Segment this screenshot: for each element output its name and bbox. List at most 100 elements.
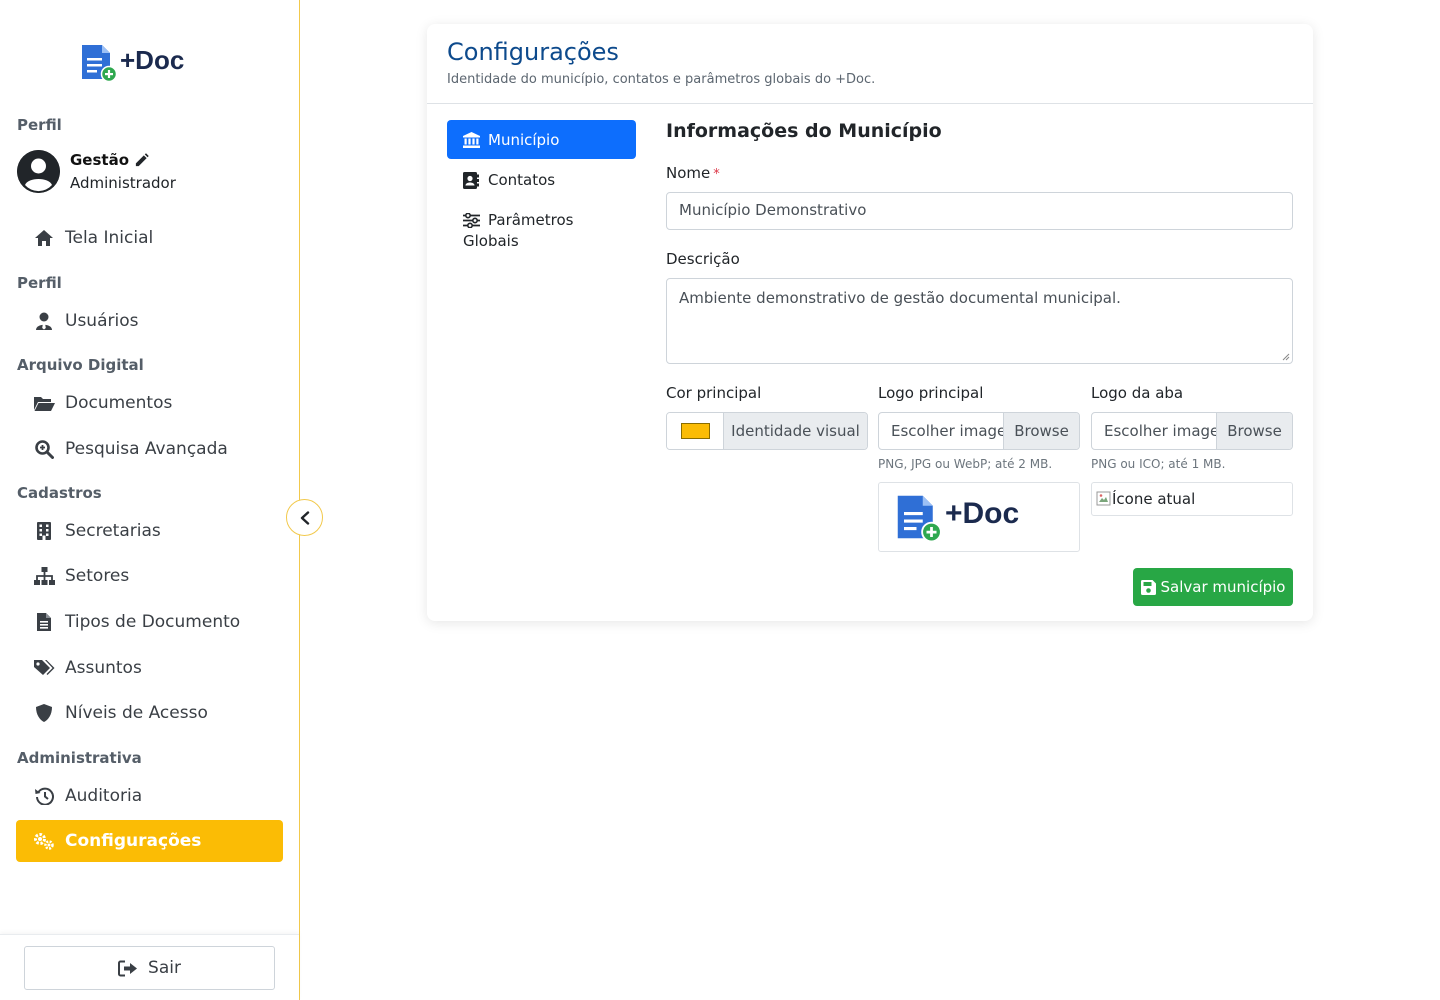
folder-open-icon <box>33 393 55 413</box>
sign-out-icon <box>118 960 138 976</box>
card-header: Configurações Identidade do município, c… <box>427 24 1313 104</box>
nav-assuntos-label: Assuntos <box>65 658 142 678</box>
doc-plus-logo-icon <box>897 495 942 542</box>
home-icon <box>33 228 55 248</box>
logout-area: Sair <box>0 934 299 1000</box>
nav-secretarias[interactable]: Secretarias <box>16 510 283 552</box>
nav-configuracoes[interactable]: Configurações <box>16 820 283 862</box>
resize-grip-icon[interactable] <box>1282 353 1290 361</box>
nav-home[interactable]: Tela Inicial <box>16 217 283 259</box>
logo-preview-text: +Doc <box>945 497 1020 530</box>
color-input-group: Identidade visual <box>666 412 868 450</box>
logout-label: Sair <box>148 958 181 978</box>
description-label: Descrição <box>666 250 740 268</box>
nav-home-label: Tela Inicial <box>65 228 154 248</box>
nav-tipos-documento-label: Tipos de Documento <box>65 612 241 632</box>
page-subtitle: Identidade do município, contatos e parâ… <box>447 72 876 87</box>
color-label: Cor principal <box>666 384 762 402</box>
favicon-label: Logo da aba <box>1091 384 1184 402</box>
logo-field: Logo principal Escolher imagem Browse PN… <box>878 384 1080 552</box>
nav-setores[interactable]: Setores <box>16 555 283 597</box>
avatar <box>17 150 60 193</box>
nav-secretarias-label: Secretarias <box>65 521 161 541</box>
user-tie-icon <box>33 311 55 331</box>
logo-label: Logo principal <box>878 384 984 402</box>
nav-users[interactable]: Usuários <box>16 300 283 342</box>
section-title-profile: Perfil <box>17 116 62 134</box>
description-textarea[interactable]: Ambiente demonstrativo de gestão documen… <box>666 278 1293 364</box>
nav-advanced-search-label: Pesquisa Avançada <box>65 439 228 459</box>
color-picker[interactable] <box>667 413 724 449</box>
section-title-cadastros: Cadastros <box>17 484 102 502</box>
shield-icon <box>33 703 55 723</box>
nav-niveis-acesso-label: Níveis de Acesso <box>65 703 208 723</box>
nav-auditoria-label: Auditoria <box>65 786 143 806</box>
nav-documents[interactable]: Documentos <box>16 382 283 424</box>
save-label: Salvar município <box>1160 578 1286 596</box>
landmark-icon <box>463 130 481 150</box>
description-text: Ambiente demonstrativo de gestão documen… <box>679 289 1121 307</box>
search-plus-icon <box>33 439 55 459</box>
nav-users-label: Usuários <box>65 311 139 331</box>
favicon-file-input[interactable]: Escolher imagem Browse <box>1091 412 1293 450</box>
nav-advanced-search[interactable]: Pesquisa Avançada <box>16 428 283 470</box>
building-icon <box>33 521 55 541</box>
chevron-left-icon <box>300 510 309 525</box>
color-addon-text: Identidade visual <box>724 413 867 449</box>
settings-card: Configurações Identidade do município, c… <box>427 24 1313 621</box>
section-title-administrativa: Administrativa <box>17 749 142 767</box>
nav-setores-label: Setores <box>65 566 130 586</box>
profile-block: Gestão Administrador <box>17 150 176 193</box>
name-label-text: Nome <box>666 164 711 182</box>
edit-pencil-icon[interactable] <box>134 152 149 168</box>
logout-button[interactable]: Sair <box>24 946 275 990</box>
profile-role: Administrador <box>70 174 176 192</box>
brand-logo[interactable]: +Doc <box>80 42 184 82</box>
nav-documents-label: Documentos <box>65 393 173 413</box>
name-input[interactable]: Município Demonstrativo <box>666 192 1293 230</box>
favicon-field: Logo da aba Escolher imagem Browse PNG o… <box>1091 384 1293 516</box>
save-icon <box>1140 579 1156 595</box>
favicon-hint: PNG ou ICO; até 1 MB. <box>1091 457 1226 471</box>
file-alt-icon <box>33 612 55 632</box>
logo-browse-button[interactable]: Browse <box>1003 413 1079 449</box>
municipio-form: Informações do Município Nome * Município… <box>666 120 1293 552</box>
favicon-file-placeholder: Escolher imagem <box>1104 422 1216 440</box>
sidebar: +Doc Perfil Gestão Administrador Tela In… <box>0 0 300 1000</box>
sitemap-icon <box>33 566 55 586</box>
color-field: Cor principal Identidade visual <box>666 384 868 450</box>
tab-contatos[interactable]: Contatos <box>447 160 636 199</box>
logo-file-placeholder: Escolher imagem <box>891 422 1003 440</box>
tab-parametros-globais[interactable]: Parâmetros Globais <box>447 200 636 264</box>
brand-name: +Doc <box>120 44 185 75</box>
favicon-preview: Ícone atual <box>1091 482 1293 516</box>
section-title-arquivo: Arquivo Digital <box>17 356 144 374</box>
cogs-icon <box>33 831 55 851</box>
nav-niveis-acesso[interactable]: Níveis de Acesso <box>16 692 283 734</box>
logo-preview: +Doc <box>878 482 1080 552</box>
logo-hint: PNG, JPG ou WebP; até 2 MB. <box>878 457 1053 471</box>
color-swatch <box>680 423 710 439</box>
section-title-perfil: Perfil <box>17 274 62 292</box>
tab-contatos-label: Contatos <box>488 171 556 189</box>
nav-tipos-documento[interactable]: Tipos de Documento <box>16 601 283 643</box>
doc-plus-logo-icon <box>82 45 118 82</box>
tab-municipio[interactable]: Município <box>447 120 636 159</box>
favicon-alt-text: Ícone atual <box>1112 490 1196 508</box>
favicon-browse-button[interactable]: Browse <box>1216 413 1292 449</box>
sidebar-collapse-button[interactable] <box>286 499 323 536</box>
address-book-icon <box>463 170 481 190</box>
nav-assuntos[interactable]: Assuntos <box>16 647 283 689</box>
history-icon <box>33 786 55 806</box>
nav-configuracoes-label: Configurações <box>65 831 202 851</box>
nav-auditoria[interactable]: Auditoria <box>16 775 283 817</box>
logo-file-input[interactable]: Escolher imagem Browse <box>878 412 1080 450</box>
save-municipio-button[interactable]: Salvar município <box>1133 568 1293 606</box>
required-mark: * <box>713 167 720 182</box>
broken-image-icon <box>1096 491 1111 506</box>
sliders-icon <box>463 211 481 231</box>
name-label: Nome * <box>666 164 720 182</box>
settings-tabs: Município Contatos Parâmetros Globais <box>447 120 636 265</box>
page-title: Configurações <box>447 38 619 66</box>
user-circle-icon <box>17 150 60 193</box>
